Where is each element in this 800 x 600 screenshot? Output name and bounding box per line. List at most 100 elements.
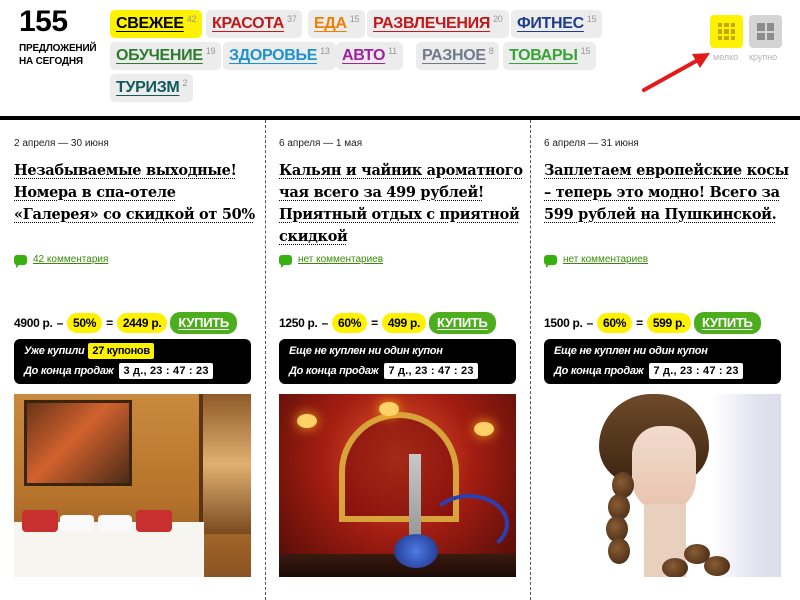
category-entertainment[interactable]: РАЗВЛЕЧЕНИЯ 20 bbox=[367, 10, 509, 38]
small-grid-icon bbox=[718, 23, 735, 40]
status-text: Уже купили bbox=[24, 345, 85, 357]
deal-status-box: Уже купили 27 купонов До конца продаж 3 д.… bbox=[14, 339, 251, 384]
coupons-badge: 27 купонов bbox=[88, 343, 154, 359]
price-dash: – bbox=[586, 316, 594, 330]
deal-price-row: 4900 р. – 50% = 2449 р. КУПИТЬ bbox=[14, 312, 237, 334]
red-arrow-icon bbox=[642, 53, 710, 92]
discount-badge: 50% bbox=[66, 313, 103, 333]
category-count: 15 bbox=[586, 14, 597, 24]
category-label: КРАСОТА bbox=[212, 15, 285, 32]
deal-title-link[interactable]: Заплетаем европейские косы – теперь это … bbox=[544, 162, 789, 223]
deal-date: 6 апреля — 31 июня bbox=[544, 138, 639, 149]
hookah-base-decor bbox=[394, 534, 438, 568]
category-count: 15 bbox=[349, 14, 360, 24]
discount-badge: 60% bbox=[331, 313, 368, 333]
category-count: 11 bbox=[388, 46, 397, 56]
buy-button-label: КУПИТЬ bbox=[178, 315, 229, 330]
deal-status-box: Еще не куплен ни один купон До конца про… bbox=[279, 339, 516, 384]
countdown-timer: 7 д., 23 : 47 : 23 bbox=[649, 363, 743, 379]
buy-button[interactable]: КУПИТЬ bbox=[694, 312, 761, 334]
deal-price-row: 1500 р. – 60% = 599 р. КУПИТЬ bbox=[544, 312, 761, 334]
deal-card: 6 апреля — 31 июня Заплетаем европейские… bbox=[530, 120, 795, 600]
ends-label: До конца продаж bbox=[24, 365, 114, 377]
status-line: Еще не куплен ни один купон bbox=[289, 343, 443, 359]
deal-date: 2 апреля — 30 июня bbox=[14, 138, 109, 149]
price-old: 1250 р. bbox=[279, 316, 318, 330]
deal-title[interactable]: Незабываемые выходные! Номера в спа-отел… bbox=[14, 160, 259, 226]
category-count: 2 bbox=[182, 78, 188, 88]
category-label: ОБУЧЕНИЕ bbox=[116, 47, 203, 64]
painting-decor bbox=[24, 400, 132, 486]
category-label: РАЗВЛЕЧЕНИЯ bbox=[373, 15, 491, 32]
deal-date: 6 апреля — 1 мая bbox=[279, 138, 363, 149]
deal-count-caption-line1: ПРЕДЛОЖЕНИЙ bbox=[19, 43, 97, 54]
category-label: РАЗНОЕ bbox=[422, 47, 486, 64]
view-small-label: мелко bbox=[713, 52, 739, 62]
face-decor bbox=[632, 426, 696, 512]
timer-line: До конца продаж 7 д., 23 : 47 : 23 bbox=[554, 363, 743, 379]
comments-link[interactable]: 42 комментария bbox=[33, 254, 108, 265]
category-tourism[interactable]: ТУРИЗМ 2 bbox=[110, 74, 194, 102]
category-goods[interactable]: ТОВАРЫ 15 bbox=[503, 42, 597, 70]
view-large-label: крупно bbox=[749, 52, 778, 62]
price-old: 4900 р. bbox=[14, 316, 53, 330]
category-count: 19 bbox=[205, 46, 216, 56]
countdown-timer: 7 д., 23 : 47 : 23 bbox=[384, 363, 478, 379]
status-text: Еще не куплен ни один купон bbox=[554, 345, 708, 357]
category-label: ЕДА bbox=[314, 15, 347, 32]
category-health[interactable]: ЗДОРОВЬЕ 13 bbox=[223, 42, 336, 70]
deal-count-caption-line2: НА СЕГОДНЯ bbox=[19, 56, 83, 67]
deal-title-link[interactable]: Незабываемые выходные! Номера в спа-отел… bbox=[14, 162, 255, 223]
deal-title-link[interactable]: Кальян и чайник ароматного чая всего за … bbox=[279, 162, 523, 245]
price-equals: = bbox=[636, 316, 643, 330]
deal-photo-braided-hair[interactable] bbox=[544, 394, 781, 577]
category-fitness[interactable]: ФИТНЕС 15 bbox=[511, 10, 603, 38]
price-dash: – bbox=[321, 316, 329, 330]
deal-status-box: Еще не куплен ни один купон До конца про… bbox=[544, 339, 781, 384]
status-line: Еще не куплен ни один купон bbox=[554, 343, 708, 359]
category-food[interactable]: ЕДА 15 bbox=[308, 10, 366, 38]
timer-line: До конца продаж 3 д., 23 : 47 : 23 bbox=[24, 363, 213, 379]
deal-photo-hotel-room[interactable] bbox=[14, 394, 251, 577]
timer-line: До конца продаж 7 д., 23 : 47 : 23 bbox=[289, 363, 478, 379]
category-label: АВТО bbox=[342, 47, 386, 64]
deal-title[interactable]: Заплетаем европейские косы – теперь это … bbox=[544, 160, 789, 226]
view-small-button[interactable] bbox=[710, 15, 743, 48]
category-auto[interactable]: АВТО 11 bbox=[336, 42, 403, 70]
comments-link[interactable]: нет комментариев bbox=[563, 254, 648, 265]
category-count: 8 bbox=[488, 46, 494, 56]
buy-button[interactable]: КУПИТЬ bbox=[170, 312, 237, 334]
deal-comments[interactable]: нет комментариев bbox=[544, 254, 648, 268]
header: 155 ПРЕДЛОЖЕНИЙ НА СЕГОДНЯ СВЕЖЕЕ 42 КРАС… bbox=[0, 0, 800, 116]
price-new: 499 р. bbox=[381, 313, 427, 333]
view-large-button[interactable] bbox=[749, 15, 782, 48]
category-fresh[interactable]: СВЕЖЕЕ 42 bbox=[110, 10, 203, 38]
deal-comments[interactable]: нет комментариев bbox=[279, 254, 383, 268]
price-dash: – bbox=[56, 316, 64, 330]
category-count: 37 bbox=[287, 14, 297, 24]
category-label: ТОВАРЫ bbox=[509, 47, 578, 64]
category-beauty[interactable]: КРАСОТА 37 bbox=[206, 10, 303, 38]
discount-badge: 60% bbox=[596, 313, 633, 333]
price-equals: = bbox=[371, 316, 378, 330]
category-education[interactable]: ОБУЧЕНИЕ 19 bbox=[110, 42, 222, 70]
deal-title[interactable]: Кальян и чайник ароматного чая всего за … bbox=[279, 160, 524, 248]
deal-count-caption: ПРЕДЛОЖЕНИЙ НА СЕГОДНЯ bbox=[19, 42, 109, 68]
category-count: 15 bbox=[580, 46, 591, 56]
price-new: 599 р. bbox=[646, 313, 692, 333]
comment-icon bbox=[14, 254, 27, 268]
ends-label: До конца продаж bbox=[554, 365, 644, 377]
category-misc[interactable]: РАЗНОЕ 8 bbox=[416, 42, 500, 70]
category-label: СВЕЖЕЕ bbox=[116, 15, 184, 32]
price-equals: = bbox=[106, 316, 113, 330]
countdown-timer: 3 д., 23 : 47 : 23 bbox=[119, 363, 213, 379]
comment-icon bbox=[544, 254, 557, 268]
deal-photo-hookah-lounge[interactable] bbox=[279, 394, 516, 577]
status-text: Еще не куплен ни один купон bbox=[289, 345, 443, 357]
category-count: 42 bbox=[186, 14, 197, 24]
buy-button-label: КУПИТЬ bbox=[437, 315, 488, 330]
buy-button[interactable]: КУПИТЬ bbox=[429, 312, 496, 334]
deal-comments[interactable]: 42 комментария bbox=[14, 254, 108, 268]
comments-link[interactable]: нет комментариев bbox=[298, 254, 383, 265]
price-new: 2449 р. bbox=[116, 313, 168, 333]
